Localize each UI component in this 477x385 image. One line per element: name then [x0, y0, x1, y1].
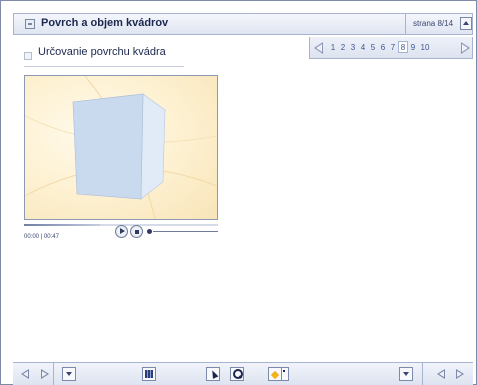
next-icon[interactable] [41, 369, 49, 379]
title-bar: Povrch a objem kvádrov strana 8/14 [13, 13, 473, 35]
prev-icon[interactable] [437, 369, 445, 379]
dropdown-icon[interactable] [62, 367, 76, 381]
minimize-icon[interactable] [25, 19, 35, 29]
time-display: 00:00 | 00:47 [24, 234, 59, 240]
prev-icon[interactable] [21, 369, 29, 379]
calculator-icon[interactable] [142, 367, 156, 381]
cuboid-illustration [25, 76, 217, 219]
toolbar-divider [422, 363, 423, 385]
page-title: Povrch a objem kvádrov [41, 17, 169, 29]
page-link-4[interactable]: 4 [358, 42, 368, 53]
bottom-toolbar [13, 362, 473, 385]
player-controls: 00:00 | 00:47 [24, 222, 220, 242]
progress-fill [24, 224, 100, 226]
page-link-5[interactable]: 5 [368, 42, 378, 53]
zoom-icon[interactable] [230, 367, 244, 381]
page-link-3[interactable]: 3 [348, 42, 358, 53]
section-title: Určovanie povrchu kvádra [38, 46, 166, 58]
triangle-right-icon[interactable] [461, 42, 470, 54]
marker-options-icon[interactable] [282, 367, 289, 381]
page-link-8-current[interactable]: 8 [398, 41, 408, 53]
triangle-left-icon[interactable] [314, 42, 323, 54]
marker-icon[interactable] [268, 367, 282, 381]
stop-icon[interactable] [130, 225, 143, 238]
toolbar-divider [53, 363, 54, 385]
page-link-9[interactable]: 9 [408, 42, 418, 53]
dropdown-icon[interactable] [399, 367, 413, 381]
volume-icon[interactable] [147, 229, 152, 234]
video-player[interactable] [24, 75, 218, 220]
page-link-2[interactable]: 2 [338, 42, 348, 53]
page-link-7[interactable]: 7 [388, 42, 398, 53]
arrow-up-button[interactable] [460, 17, 472, 30]
page-link-1[interactable]: 1 [328, 42, 338, 53]
page-numbers: 1 2 3 4 5 6 7 8 9 10 [328, 41, 432, 53]
next-icon[interactable] [456, 369, 464, 379]
section-heading: Určovanie povrchu kvádra [24, 46, 184, 67]
page-indicator: strana 8/14 [413, 19, 454, 28]
play-icon[interactable] [115, 225, 128, 238]
page-indicator-box: strana 8/14 [405, 14, 458, 34]
pagination: 1 2 3 4 5 6 7 8 9 10 [309, 37, 473, 59]
volume-slider[interactable] [153, 231, 218, 232]
page-link-6[interactable]: 6 [378, 42, 388, 53]
page-link-10[interactable]: 10 [418, 42, 432, 53]
collapse-icon[interactable] [24, 52, 32, 60]
cursor-icon[interactable] [206, 367, 220, 381]
